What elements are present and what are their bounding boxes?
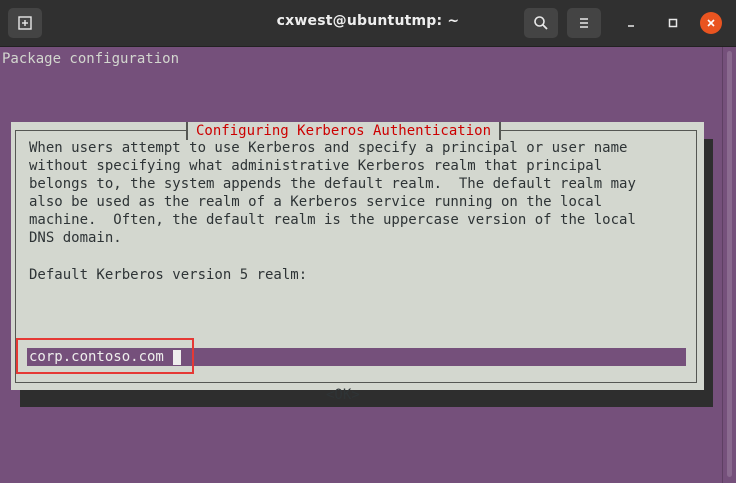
close-icon [707, 19, 715, 27]
scrollbar[interactable] [722, 47, 736, 483]
annotation-highlight-box [16, 338, 194, 374]
dialog-title: Configuring Kerberos Authentication [186, 122, 502, 140]
scrollbar-thumb[interactable] [727, 51, 732, 477]
search-button[interactable] [524, 8, 558, 38]
dialog-description: When users attempt to use Kerberos and s… [29, 140, 636, 246]
terminal-window: cxwest@ubuntutmp: ~ Package configuratio… [0, 0, 736, 483]
maximize-button[interactable] [662, 12, 684, 34]
menu-button[interactable] [567, 8, 601, 38]
minimize-button[interactable] [620, 12, 642, 34]
search-icon [534, 16, 548, 30]
title-bar: cxwest@ubuntutmp: ~ [0, 0, 736, 47]
terminal-area[interactable]: Package configuration Configuring Kerber… [0, 47, 722, 483]
kerberos-config-dialog: Configuring Kerberos Authentication When… [11, 122, 704, 403]
realm-label: Default Kerberos version 5 realm: [29, 267, 308, 283]
minimize-icon [628, 25, 634, 27]
hamburger-menu-icon [580, 18, 588, 28]
ok-button[interactable]: <OK> [326, 386, 360, 404]
maximize-icon [668, 18, 678, 28]
close-button[interactable] [700, 12, 722, 34]
package-configuration-header: Package configuration [2, 51, 180, 67]
